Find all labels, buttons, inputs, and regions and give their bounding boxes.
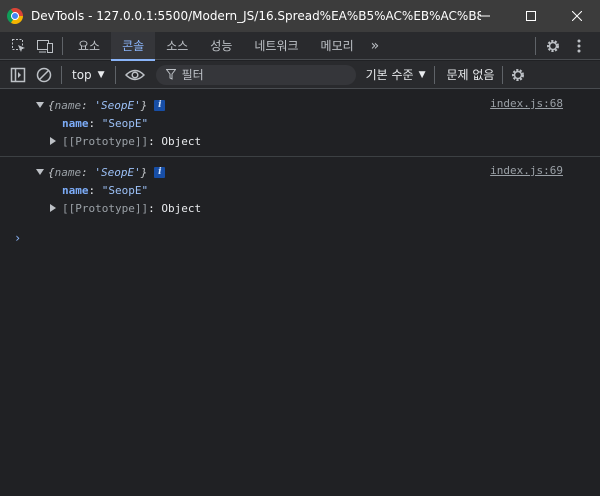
brace-open: {	[48, 98, 55, 112]
minimize-icon	[480, 15, 490, 17]
sidebar-toggle-icon	[10, 67, 26, 82]
close-icon	[572, 11, 582, 21]
source-link[interactable]: index.js:69	[490, 164, 563, 177]
filter-icon	[165, 69, 176, 80]
property-name: name	[62, 183, 89, 197]
log-levels-label: 기본 수준	[365, 68, 414, 82]
gear-icon	[547, 40, 559, 52]
toolbar-divider	[61, 65, 62, 84]
kebab-menu-icon	[577, 39, 581, 53]
inspect-element-button[interactable]	[6, 32, 32, 60]
prompt-chevron-icon: ›	[14, 231, 22, 245]
chrome-logo-icon	[7, 8, 23, 24]
summary-value: 'SeopE'	[94, 98, 141, 112]
tab-memory[interactable]: 메모리	[310, 32, 365, 60]
filter-input[interactable]: 필터	[155, 64, 356, 85]
console-toolbar: top ▼ 필터 기본 수준 ▼ 문제 없음	[0, 61, 600, 89]
prototype-value: Object	[161, 201, 202, 215]
toolbar-divider	[114, 65, 116, 84]
toolbar-divider	[433, 65, 435, 84]
tab-elements[interactable]: 요소	[67, 32, 111, 60]
info-icon[interactable]: i	[154, 166, 166, 178]
property-row: name: "SeopE"	[62, 183, 149, 197]
console-settings-button[interactable]	[505, 61, 531, 89]
close-button[interactable]	[554, 0, 600, 32]
more-tabs-button[interactable]: »	[365, 32, 386, 60]
console-output: {name: 'SeopE'} i name: "SeopE" [[Protot…	[0, 90, 600, 496]
log-levels-dropdown[interactable]: 기본 수준 ▼	[366, 66, 426, 83]
summary-value: 'SeopE'	[94, 165, 141, 179]
summary-key: name	[54, 165, 82, 179]
show-sidebar-button[interactable]	[5, 61, 31, 89]
console-message: {name: 'SeopE'} i name: "SeopE" [[Protot…	[0, 90, 600, 156]
window-titlebar: DevTools - 127.0.0.1:5500/Modern_JS/16.S…	[0, 0, 600, 32]
gear-icon	[512, 68, 525, 81]
eye-icon	[124, 69, 145, 80]
expand-arrow-icon[interactable]	[50, 204, 56, 212]
dropdown-caret-icon: ▼	[97, 69, 105, 80]
summary-colon: :	[81, 165, 95, 179]
dropdown-caret-icon: ▼	[418, 69, 426, 80]
expand-arrow-icon[interactable]	[50, 137, 56, 145]
settings-button[interactable]	[540, 32, 566, 60]
live-expression-button[interactable]	[120, 61, 150, 89]
property-name: name	[62, 116, 89, 130]
more-options-button[interactable]	[566, 32, 592, 60]
expand-arrow-icon[interactable]	[36, 102, 44, 108]
prototype-label: [[Prototype]]	[62, 201, 149, 215]
window-title: DevTools - 127.0.0.1:5500/Modern_JS/16.S…	[31, 9, 481, 23]
console-prompt[interactable]: ›	[0, 227, 600, 249]
property-row: name: "SeopE"	[62, 116, 149, 130]
prototype-row[interactable]: [[Prototype]]: Object	[0, 199, 600, 217]
context-selector-value: top	[72, 67, 92, 82]
clear-icon	[36, 67, 52, 82]
window-controls	[462, 0, 600, 32]
property-value: "SeopE"	[101, 116, 149, 130]
info-icon[interactable]: i	[154, 99, 166, 111]
minimize-button[interactable]	[462, 0, 508, 32]
device-toolbar-button[interactable]	[32, 32, 58, 60]
tab-network[interactable]: 네트워크	[243, 32, 309, 60]
brace-close: }	[140, 165, 148, 179]
tab-console[interactable]: 콘솔	[111, 31, 156, 61]
toolbar-divider	[535, 37, 536, 55]
clear-console-button[interactable]	[31, 61, 57, 89]
brace-open: {	[48, 165, 55, 179]
summary-colon: :	[81, 98, 95, 112]
brace-close: }	[140, 98, 148, 112]
expand-arrow-icon[interactable]	[36, 169, 44, 175]
tabbar-actions	[531, 32, 600, 60]
device-toggle-icon	[37, 39, 53, 53]
toolbar-divider	[62, 36, 63, 55]
source-link[interactable]: index.js:68	[490, 97, 563, 110]
tab-sources[interactable]: 소스	[155, 32, 199, 60]
maximize-button[interactable]	[508, 0, 554, 32]
issues-counter[interactable]: 문제 없음	[439, 66, 503, 83]
prototype-row[interactable]: [[Prototype]]: Object	[0, 132, 600, 150]
summary-key: name	[54, 98, 82, 112]
maximize-icon	[526, 11, 536, 21]
prototype-value: Object	[161, 134, 202, 148]
property-value: "SeopE"	[101, 183, 149, 197]
prototype-label: [[Prototype]]	[62, 134, 149, 148]
console-message: {name: 'SeopE'} i name: "SeopE" [[Protot…	[0, 156, 600, 223]
filter-placeholder: 필터	[181, 68, 204, 82]
devtools-tabbar: 요소 콘솔 소스 성능 네트워크 메모리 »	[0, 31, 600, 61]
toolbar-divider	[502, 65, 504, 84]
inspect-element-icon	[12, 38, 25, 52]
tab-performance[interactable]: 성능	[199, 32, 243, 60]
context-selector[interactable]: top ▼	[66, 64, 111, 86]
